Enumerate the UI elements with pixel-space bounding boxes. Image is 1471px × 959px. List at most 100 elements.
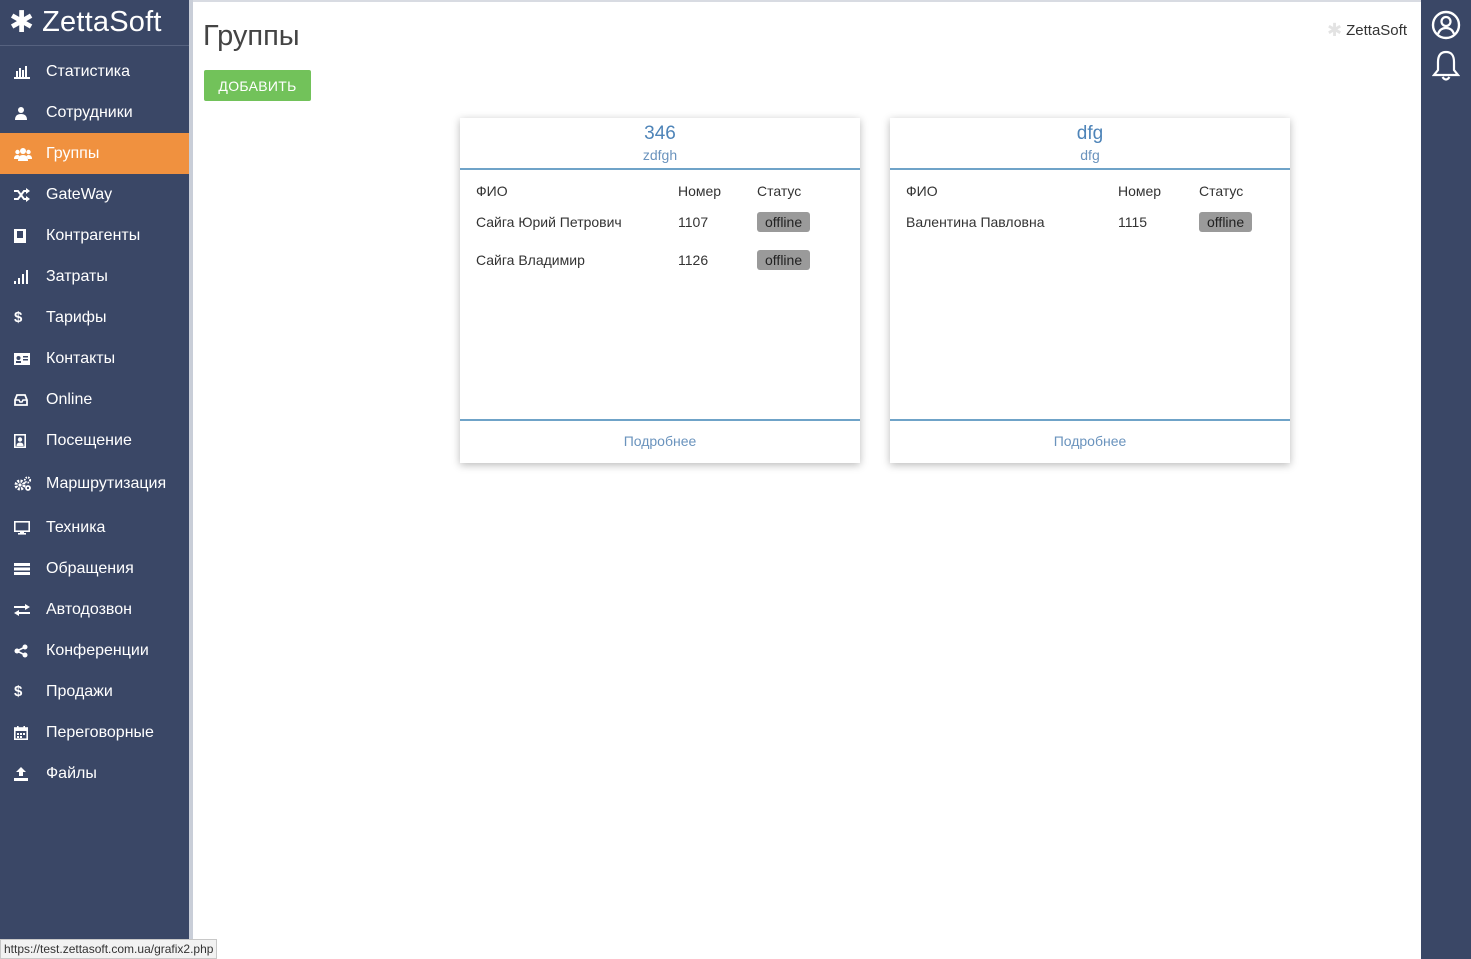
group-members-table: ФИО Номер Статус Сайга Юрий Петрович 110…: [460, 179, 860, 279]
group-card-header: dfg dfg: [890, 118, 1290, 170]
member-number: 1115: [1118, 214, 1148, 230]
sidebar-item-autodial[interactable]: Автодозвон: [0, 589, 189, 630]
column-header-name: ФИО: [476, 183, 508, 199]
sidebar-item-meeting-rooms[interactable]: Переговорные: [0, 712, 189, 753]
group-members-table: ФИО Номер Статус Валентина Павловна 1115…: [890, 179, 1290, 241]
table-row: Сайга Владимир 1126 offline: [460, 241, 860, 279]
column-header-number: Номер: [1118, 183, 1162, 199]
sidebar-item-label: Продажи: [46, 682, 113, 700]
status-badge: offline: [757, 212, 811, 232]
user-icon: [14, 106, 46, 120]
table-header-row: ФИО Номер Статус: [460, 179, 860, 203]
sidebar-item-label: Автодозвон: [46, 600, 132, 618]
status-cell: offline: [757, 203, 860, 241]
book-icon: [14, 228, 46, 243]
calendar-icon: [14, 725, 46, 740]
member-number: 1107: [678, 214, 709, 230]
sidebar-item-conferences[interactable]: Конференции: [0, 630, 189, 671]
sidebar-item-label: Конференции: [46, 641, 149, 659]
member-number: 1126: [678, 252, 709, 268]
sidebar-item-label: Сотрудники: [46, 103, 133, 121]
sidebar-item-label: Контрагенты: [46, 226, 141, 244]
group-card: dfg dfg ФИО Номер Статус Валентина Павло…: [890, 118, 1290, 463]
sidebar-item-label: Тарифы: [46, 308, 107, 326]
sidebar-item-visits[interactable]: Посещение: [0, 420, 189, 461]
sidebar-item-label: Посещение: [46, 431, 132, 449]
share-icon: [14, 644, 46, 658]
sidebar-item-routing[interactable]: Маршрутизация: [0, 461, 189, 507]
sidebar-item-label: Обращения: [46, 559, 134, 577]
gears-icon: [14, 476, 46, 492]
add-group-button[interactable]: ДОБАВИТЬ: [204, 70, 311, 101]
signal-icon: [14, 269, 46, 284]
sidebar-item-counterparties[interactable]: Контрагенты: [0, 215, 189, 256]
user-circle-icon[interactable]: [1430, 9, 1462, 41]
dollar-icon: $: [14, 683, 23, 700]
table-row: Сайга Юрий Петрович 1107 offline: [460, 203, 860, 241]
right-rail: [1421, 0, 1471, 959]
brand[interactable]: ✱ ZettaSoft: [0, 0, 189, 46]
shuffle-icon: [14, 187, 46, 202]
sidebar-item-label: Переговорные: [46, 723, 154, 741]
zettasoft-logo-icon: ✱: [1327, 20, 1343, 40]
sidebar-item-online[interactable]: Online: [0, 379, 189, 420]
sidebar-item-label: Группы: [46, 144, 100, 162]
sidebar-item-label: Контакты: [46, 349, 116, 367]
sidebar-item-label: Техника: [46, 518, 106, 536]
column-header-name: ФИО: [906, 183, 938, 199]
sidebar-item-employees[interactable]: Сотрудники: [0, 92, 189, 133]
sidebar-item-files[interactable]: Файлы: [0, 753, 189, 794]
group-card-header: 346 zdfgh: [460, 118, 860, 170]
group-card-footer: Подробнее: [890, 419, 1290, 463]
bar-chart-icon: [14, 65, 46, 79]
portrait-icon: [14, 433, 46, 448]
group-card: 346 zdfgh ФИО Номер Статус Сайга Юрий Пе…: [460, 118, 860, 463]
inbox-icon: [14, 393, 46, 406]
sidebar-item-sales[interactable]: $ Продажи: [0, 671, 189, 712]
sidebar-item-label: GateWay: [46, 185, 113, 203]
top-brand: ✱ ZettaSoft: [1327, 20, 1407, 41]
sidebar-item-label: Файлы: [46, 764, 97, 782]
sidebar-item-expenses[interactable]: Затраты: [0, 256, 189, 297]
sidebar-menu: Статистика Сотрудники Группы GateWay Кон…: [0, 51, 189, 794]
sidebar-item-statistics[interactable]: Статистика: [0, 51, 189, 92]
top-brand-label: ZettaSoft: [1346, 22, 1407, 39]
sidebar-item-appeals[interactable]: Обращения: [0, 548, 189, 589]
sidebar-item-label: Online: [46, 390, 93, 408]
browser-status-url: https://test.zettasoft.com.ua/grafix2.ph…: [0, 939, 218, 959]
column-header-number: Номер: [678, 183, 722, 199]
sidebar-item-label: Статистика: [46, 62, 131, 80]
sidebar-item-label: Затраты: [46, 267, 108, 285]
group-card-title[interactable]: 346: [460, 123, 860, 145]
details-link[interactable]: Подробнее: [624, 433, 697, 449]
sidebar-item-contacts[interactable]: Контакты: [0, 338, 189, 379]
member-name: Валентина Павловна: [906, 214, 1045, 230]
column-header-status: Статус: [757, 183, 802, 199]
monitor-icon: [14, 520, 46, 535]
member-name: Сайга Владимир: [476, 252, 585, 268]
sidebar-item-groups[interactable]: Группы: [0, 133, 189, 174]
sidebar-item-label: Маршрутизация: [46, 475, 167, 492]
users-icon: [14, 147, 46, 161]
page-title: Группы: [203, 20, 300, 52]
group-card-title[interactable]: dfg: [890, 123, 1290, 145]
sidebar-item-equipment[interactable]: Техника: [0, 507, 189, 548]
zettasoft-logo-icon: ✱: [9, 5, 35, 39]
column-header-status: Статус: [1199, 183, 1244, 199]
list-icon: [14, 562, 46, 575]
sidebar-item-tariffs[interactable]: $ Тарифы: [0, 297, 189, 338]
table-row: Валентина Павловна 1115 offline: [890, 203, 1290, 241]
sidebar-item-gateway[interactable]: GateWay: [0, 174, 189, 215]
status-badge: offline: [757, 250, 811, 270]
group-card-footer: Подробнее: [460, 419, 860, 463]
brand-name: ZettaSoft: [42, 6, 162, 38]
bell-icon[interactable]: [1430, 50, 1462, 82]
status-cell: offline: [757, 241, 860, 279]
details-link[interactable]: Подробнее: [1054, 433, 1127, 449]
table-header-row: ФИО Номер Статус: [890, 179, 1290, 203]
main-content: Группы ДОБАВИТЬ ✱ ZettaSoft 346 zdfgh ФИ…: [193, 0, 1421, 952]
upload-icon: [14, 766, 46, 781]
group-card-subtitle: dfg: [1080, 147, 1100, 163]
group-card-subtitle: zdfgh: [642, 147, 678, 163]
sidebar: ✱ ZettaSoft Статистика Сотрудники Группы…: [0, 0, 189, 959]
